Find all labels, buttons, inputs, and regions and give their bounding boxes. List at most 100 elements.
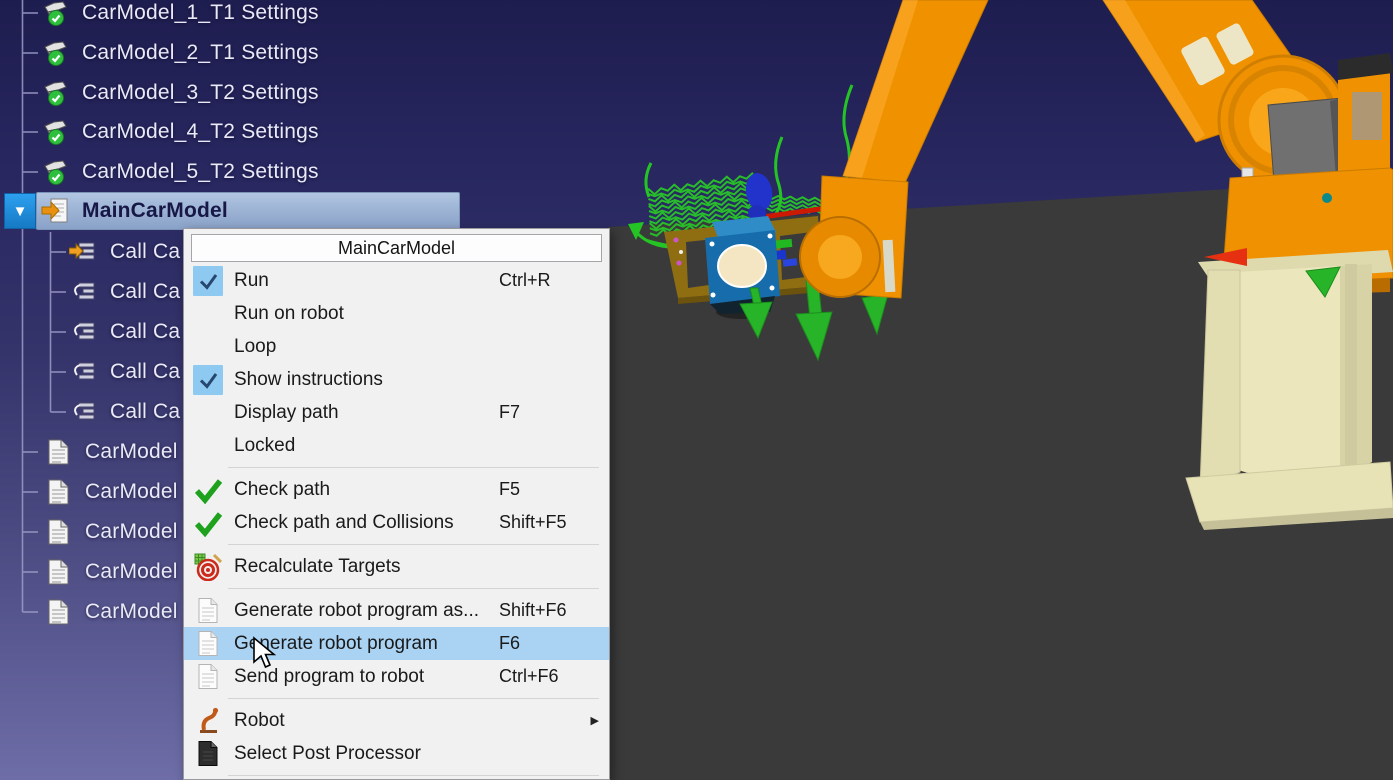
tree-item-label: CarModel (85, 560, 178, 584)
tree-item-document-3[interactable]: CarModel (43, 512, 178, 552)
menu-item-label-select-post-processor: Select Post Processor (228, 743, 499, 765)
menu-item-check-path[interactable]: Check path F5 (184, 473, 609, 506)
dark-document-icon (197, 740, 219, 767)
tree-item-settings-5[interactable]: CarModel_5_T2 Settings (40, 152, 319, 192)
document-icon (43, 597, 73, 627)
menu-item-select-post-processor[interactable]: Select Post Processor (184, 737, 609, 770)
tree-item-label: Call Ca (110, 240, 180, 264)
document-icon (43, 437, 73, 467)
menu-item-label-recalculate-targets: Recalculate Targets (228, 556, 499, 578)
menu-item-label-run: Run (228, 270, 499, 292)
program-icon (40, 196, 70, 226)
menu-item-label-show-instructions: Show instructions (228, 369, 499, 391)
menu-item-label-generate-robot-program-as: Generate robot program as... (228, 600, 499, 622)
settings-check-icon (40, 157, 70, 187)
document-icon (43, 517, 73, 547)
submenu-arrow-icon: ▶ (585, 714, 599, 727)
tree-item-document-2[interactable]: CarModel (43, 472, 178, 512)
tree-item-label: Call Ca (110, 400, 180, 424)
context-menu-title: MainCarModel (191, 234, 602, 262)
menu-item-shortcut-check-path: F5 (499, 479, 585, 500)
green-check-icon (193, 476, 223, 504)
tree-item-call-1[interactable]: Call Ca (68, 232, 180, 272)
menu-item-label-check-path-collisions: Check path and Collisions (228, 512, 499, 534)
menu-item-shortcut-display-path: F7 (499, 402, 585, 423)
tree-item-call-4[interactable]: Call Ca (68, 352, 180, 392)
document-icon (43, 477, 73, 507)
menu-item-icon-run (188, 266, 228, 296)
tree-item-call-2[interactable]: Call Ca (68, 272, 180, 312)
menu-item-icon-recalculate-targets (188, 553, 228, 581)
tree-item-settings-4[interactable]: CarModel_4_T2 Settings (40, 112, 319, 152)
tree-item-label: Call Ca (110, 360, 180, 384)
menu-item-send-program-to-robot[interactable]: Send program to robot Ctrl+F6 (184, 660, 609, 693)
robot-pedestal[interactable] (1186, 250, 1393, 530)
menu-item-icon-check-path (188, 476, 228, 504)
menu-item-show-instructions[interactable]: Show instructions (184, 363, 609, 396)
tree-item-label: CarModel_1_T1 Settings (82, 1, 319, 25)
call-program-icon (68, 357, 98, 387)
menu-item-recalculate-targets[interactable]: Recalculate Targets (184, 550, 609, 583)
document-icon (43, 557, 73, 587)
tree-item-label: CarModel (85, 600, 178, 624)
menu-item-display-path[interactable]: Display path F7 (184, 396, 609, 429)
tree-item-label: MainCarModel (82, 199, 228, 223)
checkmark-icon (193, 365, 223, 395)
menu-item-shortcut-generate-robot-program-as: Shift+F6 (499, 600, 585, 621)
menu-separator (228, 544, 599, 545)
menu-item-icon-show-instructions (188, 365, 228, 395)
menu-item-shortcut-check-path-collisions: Shift+F5 (499, 512, 585, 533)
menu-item-label-run-on-robot: Run on robot (228, 303, 499, 325)
menu-item-loop[interactable]: Loop (184, 330, 609, 363)
tree-item-label: CarModel_2_T1 Settings (82, 41, 319, 65)
tree-item-maincarmodel[interactable]: MainCarModel (40, 191, 228, 231)
menu-item-shortcut-send-program-to-robot: Ctrl+F6 (499, 666, 585, 687)
robot-icon (196, 707, 221, 734)
menu-item-run-on-robot[interactable]: Run on robot (184, 297, 609, 330)
menu-item-icon-send-program-to-robot (188, 663, 228, 690)
menu-item-generate-robot-program[interactable]: Generate robot program F6 (184, 627, 609, 660)
tree-item-call-3[interactable]: Call Ca (68, 312, 180, 352)
tree-item-document-1[interactable]: CarModel (43, 432, 178, 472)
menu-item-shortcut-generate-robot-program: F6 (499, 633, 585, 654)
document-icon (197, 597, 219, 624)
context-menu-items: Run Ctrl+R Run on robot Loop Show instru… (184, 264, 609, 776)
menu-item-icon-select-post-processor (188, 740, 228, 767)
menu-item-shortcut-run: Ctrl+R (499, 270, 585, 291)
settings-check-icon (40, 78, 70, 108)
menu-item-icon-check-path-collisions (188, 509, 228, 537)
menu-item-generate-robot-program-as[interactable]: Generate robot program as... Shift+F6 (184, 594, 609, 627)
settings-check-icon (40, 0, 70, 28)
tree-item-label: CarModel (85, 440, 178, 464)
call-program-icon (68, 397, 98, 427)
menu-item-run[interactable]: Run Ctrl+R (184, 264, 609, 297)
context-menu: MainCarModel Run Ctrl+R Run on robot Loo… (183, 228, 610, 780)
tree-item-document-5[interactable]: CarModel (43, 592, 178, 632)
call-program-icon (68, 277, 98, 307)
menu-item-check-path-collisions[interactable]: Check path and Collisions Shift+F5 (184, 506, 609, 539)
menu-item-label-robot: Robot (228, 710, 499, 732)
menu-item-icon-robot (188, 707, 228, 734)
mouse-cursor (252, 636, 282, 672)
call-program-icon (68, 237, 98, 267)
green-check-icon (193, 509, 223, 537)
expander-arrow-icon[interactable]: ▼ (4, 193, 36, 229)
tree-item-label: CarModel (85, 520, 178, 544)
tree-item-label: CarModel_4_T2 Settings (82, 120, 319, 144)
menu-item-robot[interactable]: Robot ▶ (184, 704, 609, 737)
tree-item-settings-3[interactable]: CarModel_3_T2 Settings (40, 73, 319, 113)
settings-check-icon (40, 38, 70, 68)
tree-item-settings-1[interactable]: CarModel_1_T1 Settings (40, 0, 319, 33)
call-program-icon (68, 317, 98, 347)
tree-item-label: Call Ca (110, 280, 180, 304)
menu-separator (228, 775, 599, 776)
target-icon (194, 553, 222, 581)
menu-item-locked[interactable]: Locked (184, 429, 609, 462)
tree-item-call-5[interactable]: Call Ca (68, 392, 180, 432)
menu-item-label-display-path: Display path (228, 402, 499, 424)
tree-item-document-4[interactable]: CarModel (43, 552, 178, 592)
tree-item-label: Call Ca (110, 320, 180, 344)
tree-item-label: CarModel (85, 480, 178, 504)
tree-item-settings-2[interactable]: CarModel_2_T1 Settings (40, 33, 319, 73)
settings-check-icon (40, 117, 70, 147)
